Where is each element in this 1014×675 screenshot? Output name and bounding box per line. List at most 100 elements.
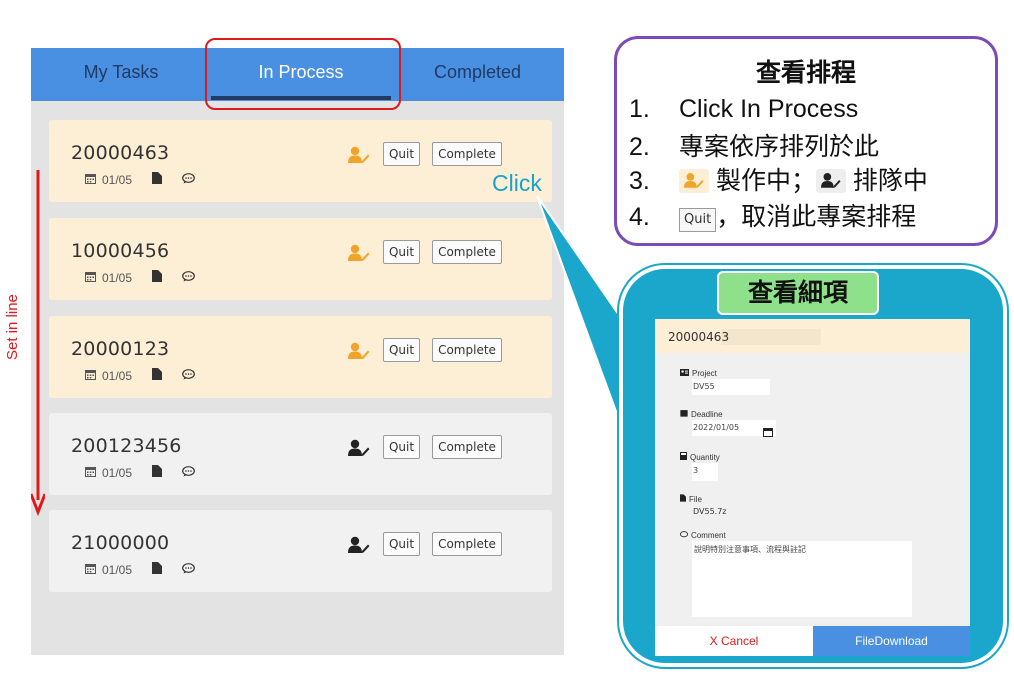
calculator-icon (680, 452, 687, 462)
task-card[interactable]: 20000463 01/05 Quit Complete (49, 120, 552, 202)
click-label: Click (492, 170, 542, 196)
calendar-picker-icon[interactable] (763, 424, 773, 442)
task-card[interactable]: 20000123 01/05 Quit Complete (49, 316, 552, 398)
deadline-value: 2022/01/05 (693, 423, 740, 432)
comment-icon[interactable] (182, 562, 195, 577)
file-name: DV55.7z (693, 507, 727, 516)
complete-button[interactable]: Complete (432, 532, 502, 556)
quit-button[interactable]: Quit (383, 240, 420, 264)
comment-textarea[interactable]: 說明特別注意事項、流程與註記 (692, 541, 912, 617)
user-edit-icon (348, 536, 370, 554)
instruction-title: 查看排程 (755, 59, 856, 87)
calendar-icon (85, 369, 96, 383)
comment-icon[interactable] (182, 172, 195, 187)
tab-completed[interactable]: Completed (391, 48, 564, 101)
step-text: Click In Process (679, 95, 859, 123)
working-status-icon (679, 169, 709, 193)
complete-button[interactable]: Complete (432, 435, 502, 459)
file-download-button[interactable]: FileDownload (813, 626, 970, 656)
detail-order-number: 20000463 (668, 330, 730, 344)
document-icon[interactable] (152, 270, 163, 285)
order-number: 20000463 (71, 142, 170, 164)
calendar-icon (85, 466, 96, 480)
instruction-box: 查看排程 1. Click In Process 2. 專案依序排列於此 3. 製作… (614, 36, 998, 246)
user-edit-icon (348, 244, 370, 262)
comment-text: 說明特別注意事項、流程與註記 (694, 545, 806, 554)
card-meta: 01/05 (85, 270, 195, 285)
document-icon[interactable] (152, 465, 163, 480)
task-card[interactable]: 21000000 01/05 Quit Complete (49, 510, 552, 592)
deadline-date: 01/05 (102, 562, 133, 577)
detail-title: 查看細項 (717, 271, 879, 315)
task-card[interactable]: 200123456 01/05 Quit Complete (49, 413, 552, 495)
instruction-step-2: 2. 專案依序排列於此 (629, 127, 879, 163)
complete-button[interactable]: Complete (432, 142, 502, 166)
step-number: 3. (629, 167, 650, 195)
instruction-step-1: 1. Click In Process (629, 95, 858, 124)
step-number: 4. (629, 203, 650, 231)
quit-button[interactable]: Quit (383, 532, 420, 556)
card-meta: 01/05 (85, 465, 195, 480)
queued-status-icon (815, 169, 846, 193)
file-label: File (680, 494, 702, 504)
quantity-label: Quantity (680, 452, 720, 462)
document-icon[interactable] (152, 172, 163, 187)
complete-button[interactable]: Complete (432, 240, 502, 264)
calendar-icon (680, 409, 688, 419)
detail-panel: 20000463 Project DV55 Deadline 2022/01/0… (655, 319, 970, 656)
tab-bar: My Tasks In Process Completed (31, 38, 564, 110)
order-number: 10000456 (71, 240, 170, 262)
in-process-app: My Tasks In Process Completed 20000463 0… (31, 38, 564, 655)
cancel-button[interactable]: X Cancel (655, 626, 813, 656)
quit-button[interactable]: Quit (383, 338, 420, 362)
card-meta: 01/05 (85, 172, 195, 187)
detail-header-bar (721, 329, 821, 345)
calendar-icon (85, 563, 96, 577)
deadline-date: 01/05 (102, 368, 133, 383)
project-label: Project (680, 369, 717, 378)
detail-header: 20000463 (655, 319, 970, 353)
comment-icon[interactable] (182, 270, 195, 285)
document-icon[interactable] (152, 368, 163, 383)
comment-label: Comment (679, 531, 726, 540)
instruction-step-4: 4. Quit ，取消此專案排程 (629, 197, 916, 233)
comment-icon (679, 531, 689, 540)
comment-icon[interactable] (182, 465, 195, 480)
order-number: 21000000 (71, 532, 170, 554)
step-text-working: 製作中； (715, 167, 816, 195)
document-icon (680, 494, 686, 504)
step-number: 2. (629, 133, 650, 161)
comment-icon[interactable] (182, 368, 195, 383)
project-field[interactable]: DV55 (692, 379, 770, 395)
quit-button[interactable]: Quit (383, 142, 420, 166)
user-edit-icon (348, 146, 370, 164)
calendar-icon (85, 271, 96, 285)
user-edit-icon (348, 342, 370, 360)
order-number: 200123456 (71, 435, 182, 457)
task-card[interactable]: 10000456 01/05 Quit Complete (49, 218, 552, 300)
deadline-label: Deadline (680, 409, 723, 419)
order-number: 20000123 (71, 338, 170, 360)
step-text-queued: 排隊中 (852, 167, 928, 195)
document-icon[interactable] (152, 562, 163, 577)
quit-button-example: Quit (679, 208, 717, 232)
deadline-date: 01/05 (102, 172, 133, 187)
step-text: 專案依序排列於此 (679, 133, 880, 161)
user-edit-icon (348, 439, 370, 457)
complete-button[interactable]: Complete (432, 338, 502, 362)
quantity-field[interactable]: 3 (692, 463, 718, 481)
card-meta: 01/05 (85, 368, 195, 383)
quit-button[interactable]: Quit (383, 435, 420, 459)
set-in-line-arrow (31, 170, 45, 516)
deadline-date: 01/05 (102, 465, 133, 480)
calendar-icon (85, 173, 96, 187)
card-meta: 01/05 (85, 562, 195, 577)
deadline-date: 01/05 (102, 270, 133, 285)
set-in-line-label: Set in line (4, 294, 21, 360)
instruction-step-3: 3. 製作中； 排隊中 (629, 161, 928, 197)
tab-my-tasks[interactable]: My Tasks (31, 48, 211, 101)
step-number: 1. (629, 95, 650, 123)
step-text: ，取消此專案排程 (716, 203, 917, 231)
tab-highlight-annotation (205, 38, 401, 110)
id-card-icon (680, 369, 689, 378)
